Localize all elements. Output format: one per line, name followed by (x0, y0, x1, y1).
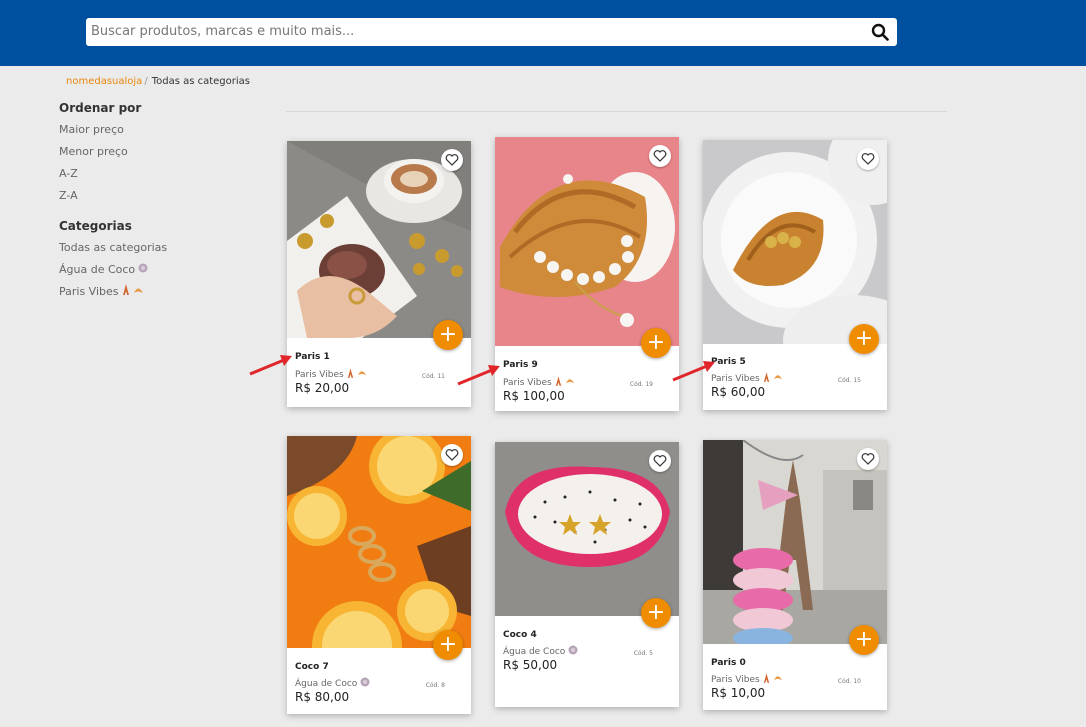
sort-option-a-z[interactable]: A-Z (59, 165, 167, 187)
breadcrumb-store-link[interactable]: nomedasualoja (66, 76, 142, 87)
heart-icon (861, 153, 875, 165)
product-name: Paris 0 (711, 658, 746, 668)
product-image[interactable] (703, 140, 887, 344)
product-code: Cód. 11 (421, 373, 445, 380)
eiffel-tower-icon (347, 368, 354, 381)
sort-option-menor-preco[interactable]: Menor preço (59, 143, 167, 165)
heart-icon (653, 455, 667, 467)
product-price: R$ 80,00 (295, 690, 350, 704)
add-to-cart-button[interactable]: + (433, 630, 463, 660)
product-category: Água de Coco (503, 645, 578, 658)
heart-icon (861, 453, 875, 465)
heart-icon (445, 154, 459, 166)
coconut-emoji-icon (138, 261, 148, 279)
product-card[interactable]: + Paris 1 Paris Vibes R$ 20,00 Cód. 11 (287, 141, 471, 407)
header-bar: Buscar produtos, marcas e muito mais... (0, 0, 1086, 66)
product-image[interactable] (495, 137, 679, 346)
product-card[interactable]: + Paris 5 Paris Vibes R$ 60,00 Cód. 15 (703, 140, 887, 410)
add-to-cart-button[interactable]: + (849, 324, 879, 354)
annotation-arrow (457, 365, 500, 386)
eiffel-tower-icon (763, 673, 770, 686)
category-label: Paris Vibes (59, 285, 119, 298)
heart-icon (445, 449, 459, 461)
product-category: Paris Vibes (711, 372, 783, 385)
product-card[interactable]: + Coco 7 Água de Coco R$ 80,00 Cód. 8 (287, 436, 471, 714)
eiffel-tower-icon (122, 283, 130, 301)
product-image[interactable] (287, 141, 471, 338)
product-image[interactable] (703, 440, 887, 644)
croissant-icon (357, 369, 367, 380)
product-code: Cód. 19 (629, 381, 653, 388)
add-to-cart-button[interactable]: + (641, 598, 671, 628)
add-to-cart-button[interactable]: + (849, 625, 879, 655)
croissant-icon (565, 377, 575, 388)
category-label: Água de Coco (59, 263, 136, 276)
favorite-button[interactable] (649, 145, 671, 167)
category-paris-vibes[interactable]: Paris Vibes (59, 283, 167, 305)
product-price: R$ 100,00 (503, 389, 565, 403)
product-price: R$ 20,00 (295, 381, 350, 395)
croissant-icon (773, 674, 783, 685)
product-category: Paris Vibes (711, 673, 783, 686)
product-name: Coco 7 (295, 662, 329, 672)
product-code: Cód. 5 (633, 650, 653, 657)
favorite-button[interactable] (441, 149, 463, 171)
coconut-emoji-icon (568, 645, 578, 658)
product-card[interactable]: + Paris 9 Paris Vibes R$ 100,00 Cód. 19 (495, 137, 679, 411)
product-image[interactable] (287, 436, 471, 648)
breadcrumb-current: Todas as categorias (151, 76, 250, 87)
product-category: Água de Coco (295, 677, 370, 690)
product-category: Paris Vibes (503, 376, 575, 389)
sort-title: Ordenar por (59, 101, 142, 115)
product-card[interactable]: + Coco 4 Água de Coco R$ 50,00 Cód. 5 (495, 442, 679, 707)
product-code: Cód. 10 (837, 678, 861, 685)
add-to-cart-button[interactable]: + (641, 328, 671, 358)
search-icon[interactable] (871, 23, 889, 41)
croissant-icon (133, 283, 144, 301)
category-agua-de-coco[interactable]: Água de Coco (59, 261, 167, 283)
add-to-cart-button[interactable]: + (433, 320, 463, 350)
annotation-arrow (249, 355, 292, 376)
breadcrumb-separator: / (144, 76, 148, 87)
categories-title: Categorias (59, 219, 132, 233)
sidebar: Ordenar por Maior preço Menor preço A-Z … (59, 101, 167, 305)
heart-icon (653, 150, 667, 162)
favorite-button[interactable] (857, 148, 879, 170)
product-name: Coco 4 (503, 630, 537, 640)
sort-option-z-a[interactable]: Z-A (59, 187, 167, 209)
product-code: Cód. 8 (425, 682, 445, 689)
breadcrumb: nomedasualoja / Todas as categorias (66, 76, 250, 87)
product-code: Cód. 15 (837, 377, 861, 384)
sort-option-maior-preco[interactable]: Maior preço (59, 121, 167, 143)
product-card[interactable]: + Paris 0 Paris Vibes R$ 10,00 Cód. 10 (703, 440, 887, 710)
product-name: Paris 1 (295, 352, 330, 362)
product-price: R$ 10,00 (711, 686, 766, 700)
content-divider (286, 111, 947, 112)
product-name: Paris 9 (503, 360, 538, 370)
search-input[interactable]: Buscar produtos, marcas e muito mais... (91, 18, 354, 46)
product-category: Paris Vibes (295, 368, 367, 381)
favorite-button[interactable] (441, 444, 463, 466)
product-price: R$ 60,00 (711, 385, 766, 399)
eiffel-tower-icon (555, 376, 562, 389)
search-bar[interactable]: Buscar produtos, marcas e muito mais... (86, 18, 897, 46)
annotation-arrow (672, 361, 715, 382)
favorite-button[interactable] (857, 448, 879, 470)
coconut-emoji-icon (360, 677, 370, 690)
product-price: R$ 50,00 (503, 658, 558, 672)
eiffel-tower-icon (763, 372, 770, 385)
croissant-icon (773, 373, 783, 384)
favorite-button[interactable] (649, 450, 671, 472)
category-all[interactable]: Todas as categorias (59, 239, 167, 261)
